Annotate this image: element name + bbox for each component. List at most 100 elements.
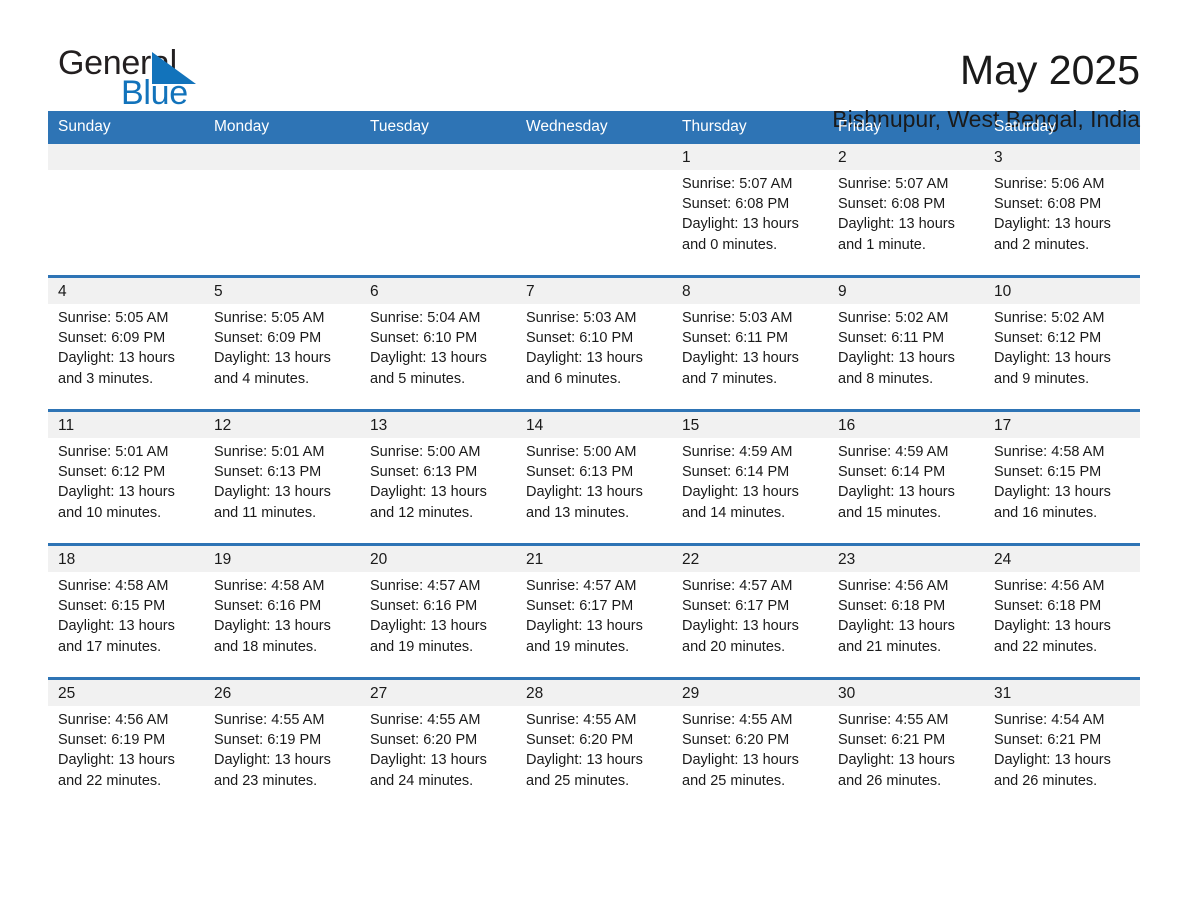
day-number: 8 xyxy=(672,278,828,304)
calendar-week-row: 4 Sunrise: 5:05 AM Sunset: 6:09 PM Daylight… xyxy=(48,275,1140,411)
day-cell[interactable]: 17 Sunrise: 4:58 AM Sunset: 6:15 PM Dayligh… xyxy=(984,409,1140,545)
daylight-text-line2: and 9 minutes. xyxy=(994,370,1090,387)
daylight-text-line2: and 16 minutes. xyxy=(994,504,1098,521)
day-cell-empty xyxy=(360,144,516,277)
sunset-text: Sunset: 6:18 PM xyxy=(838,598,946,615)
day-cell[interactable]: 3 Sunrise: 5:06 AM Sunset: 6:08 PM Daylight… xyxy=(984,144,1140,277)
sunrise-text: Sunrise: 5:07 AM xyxy=(838,176,949,192)
day-number: 26 xyxy=(204,680,360,706)
day-cell[interactable]: 10 Sunrise: 5:02 AM Sunset: 6:12 PM Dayligh… xyxy=(984,275,1140,411)
sunset-text: Sunset: 6:15 PM xyxy=(58,598,166,615)
sunrise-text: Sunrise: 4:58 AM xyxy=(214,578,325,594)
day-details: Sunrise: 5:00 AM Sunset: 6:13 PM Daylight:… xyxy=(516,438,672,523)
sunrise-text: Sunrise: 4:56 AM xyxy=(994,578,1105,594)
day-cell[interactable]: 15 Sunrise: 4:59 AM Sunset: 6:14 PM Dayligh… xyxy=(672,409,828,545)
day-cell[interactable]: 4 Sunrise: 5:05 AM Sunset: 6:09 PM Daylight… xyxy=(48,275,204,411)
daylight-text-line1: Daylight: 13 hours xyxy=(682,752,799,769)
day-cell[interactable]: 21 Sunrise: 4:57 AM Sunset: 6:17 PM Dayligh… xyxy=(516,543,672,679)
day-cell[interactable]: 22 Sunrise: 4:57 AM Sunset: 6:17 PM Dayligh… xyxy=(672,543,828,679)
sunrise-text: Sunrise: 4:56 AM xyxy=(58,712,169,728)
day-cell[interactable]: 24 Sunrise: 4:56 AM Sunset: 6:18 PM Dayligh… xyxy=(984,543,1140,679)
daylight-text-line1: Daylight: 13 hours xyxy=(526,752,643,769)
sunrise-text: Sunrise: 4:55 AM xyxy=(370,712,481,728)
day-cell[interactable]: 7 Sunrise: 5:03 AM Sunset: 6:10 PM Daylight… xyxy=(516,275,672,411)
day-number: 25 xyxy=(48,680,204,706)
sunrise-text: Sunrise: 4:55 AM xyxy=(526,712,637,728)
day-cell[interactable]: 5 Sunrise: 5:05 AM Sunset: 6:09 PM Daylight… xyxy=(204,275,360,411)
sunset-text: Sunset: 6:16 PM xyxy=(370,598,478,615)
day-cell[interactable]: 27 Sunrise: 4:55 AM Sunset: 6:20 PM Dayligh… xyxy=(360,677,516,811)
sunrise-text: Sunrise: 5:01 AM xyxy=(58,444,169,460)
day-number: 28 xyxy=(516,680,672,706)
daylight-text-line2: and 3 minutes. xyxy=(58,370,154,387)
day-cell[interactable]: 13 Sunrise: 5:00 AM Sunset: 6:13 PM Dayligh… xyxy=(360,409,516,545)
sunrise-text: Sunrise: 5:03 AM xyxy=(682,310,793,326)
general-blue-logo[interactable]: General Blue xyxy=(48,44,248,122)
day-cell[interactable]: 29 Sunrise: 4:55 AM Sunset: 6:20 PM Dayligh… xyxy=(672,677,828,811)
day-details: Sunrise: 4:59 AM Sunset: 6:14 PM Daylight:… xyxy=(828,438,984,523)
sunset-text: Sunset: 6:20 PM xyxy=(370,732,478,749)
day-cell[interactable]: 28 Sunrise: 4:55 AM Sunset: 6:20 PM Dayligh… xyxy=(516,677,672,811)
sunset-text: Sunset: 6:11 PM xyxy=(838,330,945,347)
day-cell[interactable]: 18 Sunrise: 4:58 AM Sunset: 6:15 PM Dayligh… xyxy=(48,543,204,679)
day-details: Sunrise: 5:03 AM Sunset: 6:10 PM Daylight:… xyxy=(516,304,672,389)
sunrise-text: Sunrise: 4:59 AM xyxy=(838,444,949,460)
day-cell[interactable]: 20 Sunrise: 4:57 AM Sunset: 6:16 PM Dayligh… xyxy=(360,543,516,679)
day-cell[interactable]: 23 Sunrise: 4:56 AM Sunset: 6:18 PM Dayligh… xyxy=(828,543,984,679)
sunset-text: Sunset: 6:18 PM xyxy=(994,598,1102,615)
daylight-text-line2: and 15 minutes. xyxy=(838,504,942,521)
day-cell[interactable]: 14 Sunrise: 5:00 AM Sunset: 6:13 PM Dayligh… xyxy=(516,409,672,545)
daylight-text-line1: Daylight: 13 hours xyxy=(526,484,643,501)
sunset-text: Sunset: 6:16 PM xyxy=(214,598,322,615)
sunset-text: Sunset: 6:10 PM xyxy=(370,330,478,347)
sunrise-text: Sunrise: 5:00 AM xyxy=(370,444,481,460)
daylight-text-line2: and 26 minutes. xyxy=(994,772,1098,789)
day-details: Sunrise: 4:59 AM Sunset: 6:14 PM Daylight:… xyxy=(672,438,828,523)
page-title: May 2025 xyxy=(959,47,1140,93)
daylight-text-line2: and 6 minutes. xyxy=(526,370,622,387)
daylight-text-line2: and 12 minutes. xyxy=(370,504,474,521)
day-cell[interactable]: 19 Sunrise: 4:58 AM Sunset: 6:16 PM Dayligh… xyxy=(204,543,360,679)
day-number: 16 xyxy=(828,412,984,438)
day-cell[interactable]: 30 Sunrise: 4:55 AM Sunset: 6:21 PM Dayligh… xyxy=(828,677,984,811)
day-cell[interactable]: 1 Sunrise: 5:07 AM Sunset: 6:08 PM Daylight… xyxy=(672,144,828,277)
day-cell[interactable]: 26 Sunrise: 4:55 AM Sunset: 6:19 PM Dayligh… xyxy=(204,677,360,811)
daylight-text-line2: and 4 minutes. xyxy=(214,370,310,387)
day-details: Sunrise: 4:56 AM Sunset: 6:18 PM Daylight:… xyxy=(828,572,984,657)
day-cell[interactable]: 31 Sunrise: 4:54 AM Sunset: 6:21 PM Dayligh… xyxy=(984,677,1140,811)
day-cell[interactable]: 2 Sunrise: 5:07 AM Sunset: 6:08 PM Daylight… xyxy=(828,144,984,277)
day-cell-empty xyxy=(48,144,204,277)
day-cell[interactable]: 6 Sunrise: 5:04 AM Sunset: 6:10 PM Daylight… xyxy=(360,275,516,411)
daylight-text-line2: and 1 minute. xyxy=(838,236,926,253)
day-details: Sunrise: 5:02 AM Sunset: 6:11 PM Daylight:… xyxy=(828,304,984,389)
day-cell[interactable]: 25 Sunrise: 4:56 AM Sunset: 6:19 PM Dayligh… xyxy=(48,677,204,811)
daylight-text-line1: Daylight: 13 hours xyxy=(682,484,799,501)
day-cell[interactable]: 9 Sunrise: 5:02 AM Sunset: 6:11 PM Daylight… xyxy=(828,275,984,411)
sunrise-text: Sunrise: 4:55 AM xyxy=(682,712,793,728)
day-details: Sunrise: 4:56 AM Sunset: 6:19 PM Daylight:… xyxy=(48,706,204,791)
day-number xyxy=(48,144,204,170)
day-cell[interactable]: 12 Sunrise: 5:01 AM Sunset: 6:13 PM Dayligh… xyxy=(204,409,360,545)
day-number: 24 xyxy=(984,546,1140,572)
day-number: 10 xyxy=(984,278,1140,304)
day-details: Sunrise: 4:54 AM Sunset: 6:21 PM Daylight:… xyxy=(984,706,1140,791)
day-number: 18 xyxy=(48,546,204,572)
day-number: 21 xyxy=(516,546,672,572)
daylight-text-line2: and 2 minutes. xyxy=(994,236,1090,253)
sunset-text: Sunset: 6:08 PM xyxy=(994,196,1102,213)
daylight-text-line2: and 13 minutes. xyxy=(526,504,630,521)
day-number: 12 xyxy=(204,412,360,438)
day-cell[interactable]: 11 Sunrise: 5:01 AM Sunset: 6:12 PM Dayligh… xyxy=(48,409,204,545)
day-number: 7 xyxy=(516,278,672,304)
sunrise-text: Sunrise: 4:54 AM xyxy=(994,712,1105,728)
sunrise-text: Sunrise: 5:05 AM xyxy=(58,310,169,326)
sunset-text: Sunset: 6:19 PM xyxy=(58,732,166,749)
daylight-text-line1: Daylight: 13 hours xyxy=(994,350,1111,367)
day-cell[interactable]: 8 Sunrise: 5:03 AM Sunset: 6:11 PM Daylight… xyxy=(672,275,828,411)
sunset-text: Sunset: 6:11 PM xyxy=(682,330,789,347)
day-details: Sunrise: 4:57 AM Sunset: 6:17 PM Daylight:… xyxy=(516,572,672,657)
daylight-text-line2: and 10 minutes. xyxy=(58,504,162,521)
day-details: Sunrise: 5:01 AM Sunset: 6:13 PM Daylight:… xyxy=(204,438,360,523)
day-cell[interactable]: 16 Sunrise: 4:59 AM Sunset: 6:14 PM Dayligh… xyxy=(828,409,984,545)
day-number: 15 xyxy=(672,412,828,438)
